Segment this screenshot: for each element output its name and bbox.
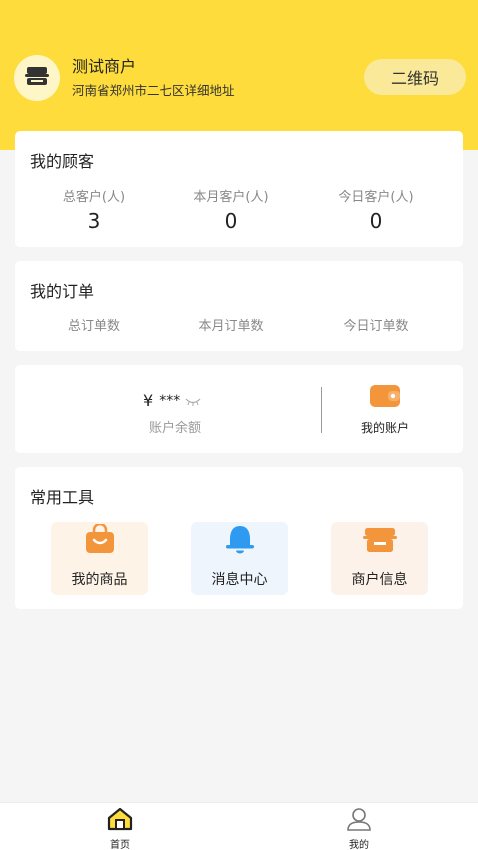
tab-label: 首页	[110, 840, 130, 850]
stat-value: 3	[87, 209, 101, 233]
stat-label: 本月客户(人)	[193, 190, 269, 205]
stat-total-customers: 总客户(人) 3	[19, 186, 169, 233]
tab-mine[interactable]: 我的	[319, 807, 399, 850]
orders-title: 我的订单	[30, 282, 95, 301]
bell-icon	[224, 524, 256, 558]
qr-code-button[interactable]: 二维码	[364, 59, 466, 95]
tool-label: 商户信息	[351, 572, 408, 588]
merchant-avatar	[14, 55, 60, 101]
tools-title: 常用工具	[30, 488, 95, 507]
shop-icon	[25, 65, 49, 91]
tool-message-center[interactable]: 消息中心	[191, 522, 288, 595]
stat-label: 今日客户(人)	[338, 190, 414, 205]
masked-amount: ***	[159, 392, 181, 409]
eye-closed-icon[interactable]	[185, 391, 201, 410]
stat-month-customers: 本月客户(人) 0	[156, 186, 306, 233]
home-icon	[106, 807, 134, 835]
merchant-name: 测试商户	[72, 56, 137, 76]
stat-value: 0	[369, 209, 383, 233]
balance-label: 账户余额	[148, 421, 201, 436]
currency-symbol: ¥	[143, 391, 154, 410]
order-today-label: 今日订单数	[343, 319, 409, 334]
merchant-address: 河南省郑州市二七区详细地址	[72, 82, 235, 98]
tools-card: 常用工具 我的商品 消息中心 商户信息	[15, 467, 463, 609]
order-month-label: 本月订单数	[198, 319, 264, 334]
my-account-label: 我的账户	[360, 421, 409, 435]
customers-title: 我的顾客	[30, 152, 95, 171]
stat-today-customers: 今日客户(人) 0	[301, 186, 451, 233]
divider	[321, 387, 322, 433]
balance-card: ¥ *** 账户余额 我的账户	[15, 365, 463, 453]
bottom-tab-bar: 首页 我的	[0, 802, 478, 850]
stat-value: 0	[224, 209, 238, 233]
order-total-label: 总订单数	[67, 319, 120, 334]
store-icon	[362, 526, 397, 558]
tab-home[interactable]: 首页	[80, 807, 160, 850]
tool-label: 消息中心	[211, 572, 268, 588]
balance-amount: ¥ ***	[143, 391, 201, 410]
customers-card[interactable]: 我的顾客 总客户(人) 3 本月客户(人) 0 今日客户(人) 0	[15, 131, 463, 247]
shopping-bag-icon	[83, 522, 117, 558]
tool-my-products[interactable]: 我的商品	[51, 522, 148, 595]
wallet-icon	[369, 385, 401, 413]
tool-label: 我的商品	[71, 572, 128, 588]
merchant-info[interactable]: 测试商户 河南省郑州市二七区详细地址	[14, 54, 235, 102]
my-account-button[interactable]: 我的账户	[347, 383, 423, 436]
tab-label: 我的	[349, 840, 369, 850]
stat-label: 总客户(人)	[62, 190, 126, 205]
orders-card[interactable]: 我的订单 总订单数 本月订单数 今日订单数	[15, 261, 463, 351]
user-icon	[345, 808, 373, 835]
tool-merchant-info[interactable]: 商户信息	[331, 522, 428, 595]
